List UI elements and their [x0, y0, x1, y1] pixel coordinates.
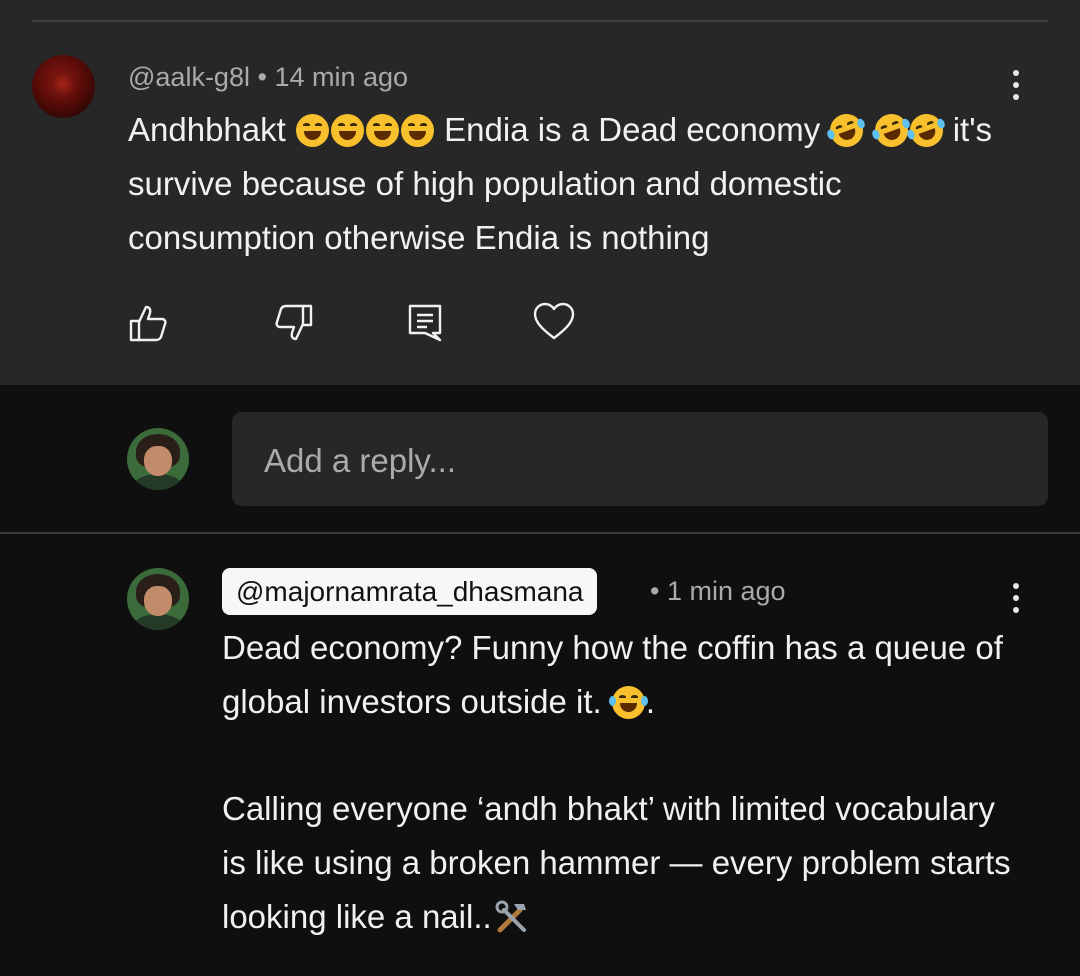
grinning-squinting-face-icon: [295, 114, 329, 147]
rolling-on-the-floor-laughing-icon: [825, 109, 869, 152]
comment-author[interactable]: @aalk-g8l: [128, 62, 250, 92]
comment-time: 14 min ago: [274, 62, 409, 92]
top-comment: @aalk-g8l • 14 min ago Andhbhakt Endia i…: [0, 0, 1080, 385]
avatar[interactable]: [127, 568, 189, 630]
reply-placeholder: Add a reply...: [264, 442, 456, 479]
comment-meta: @aalk-g8l • 14 min ago: [128, 62, 408, 93]
rolling-on-the-floor-laughing-icon: [904, 109, 948, 152]
grinning-squinting-face-icon: [400, 114, 434, 147]
comment-text-word: Andhbhakt: [128, 111, 286, 148]
divider: [0, 532, 1080, 534]
hammer-and-wrench-icon: [495, 900, 526, 933]
reply-text-part: Calling everyone ‘andh bhakt’ with limit…: [222, 790, 1011, 935]
heart-icon[interactable]: [532, 300, 576, 344]
reply-comment-icon[interactable]: [406, 302, 446, 342]
reply-input[interactable]: Add a reply...: [232, 412, 1048, 506]
comment-text: Andhbhakt Endia is a Dead economy it's s…: [128, 103, 1008, 265]
comment-author[interactable]: @majornamrata_dhasmana: [222, 568, 598, 615]
thumbs-down-icon[interactable]: [274, 303, 314, 343]
rolling-on-the-floor-laughing-icon: [869, 109, 913, 152]
more-options-icon[interactable]: [1012, 581, 1020, 615]
avatar[interactable]: [127, 428, 189, 490]
reply-paragraph: Calling everyone ‘andh bhakt’ with limit…: [222, 782, 1012, 944]
divider: [32, 20, 1048, 22]
face-with-tears-of-joy-icon: [608, 686, 648, 719]
grinning-squinting-face-icon: [330, 114, 364, 147]
reply-comment-text: Dead economy? Funny how the coffin has a…: [222, 621, 1012, 944]
comment-time: • 1 min ago: [650, 576, 786, 606]
reply-paragraph: Dead economy? Funny how the coffin has a…: [222, 621, 1012, 729]
avatar[interactable]: [32, 55, 95, 118]
more-options-icon[interactable]: [1012, 68, 1020, 102]
comment-text-part: Endia is a Dead economy: [434, 111, 830, 148]
meta-separator: •: [249, 62, 275, 92]
thumbs-up-icon[interactable]: [128, 303, 168, 343]
grinning-squinting-face-icon: [365, 114, 399, 147]
